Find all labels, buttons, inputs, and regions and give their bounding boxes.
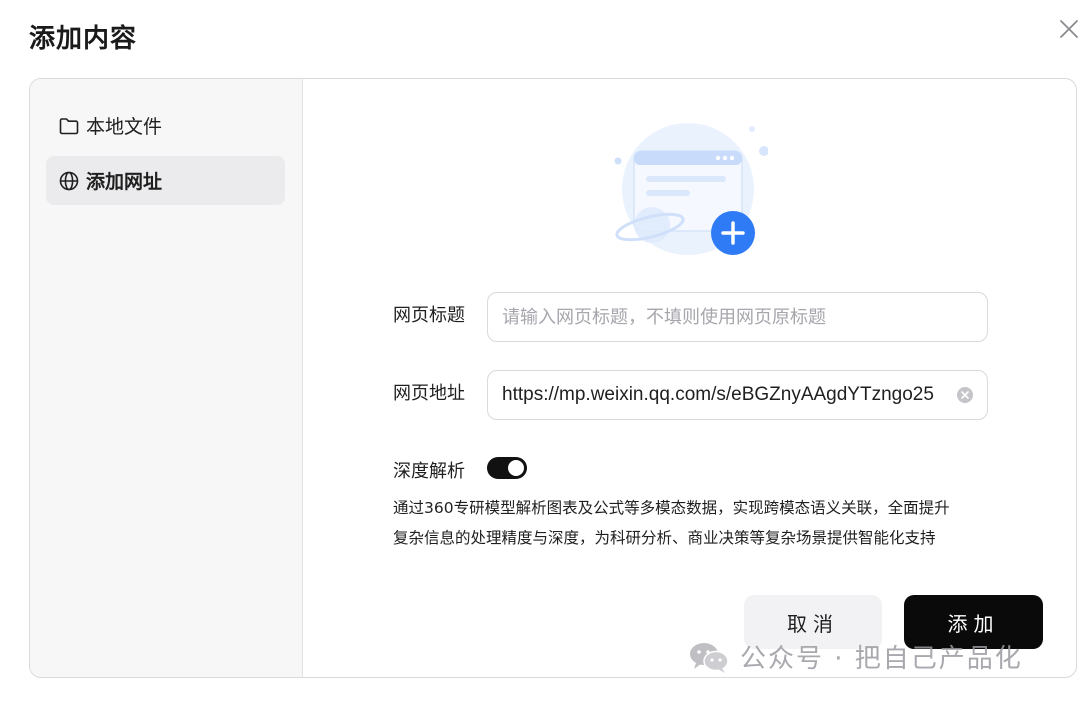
sidebar-item-add-url[interactable]: 添加网址 [46, 156, 285, 205]
dialog-panel: 本地文件 添加网址 网页标题 请输入网页标题，不填则使用网页原标题 网页地址 h… [29, 78, 1077, 678]
dialog-title: 添加内容 [29, 24, 138, 54]
description-line: 复杂信息的处理精度与深度，为科研分析、商业决策等复杂场景提供智能化支持 [393, 529, 936, 547]
sidebar-item-label: 添加网址 [86, 171, 163, 193]
title-field-label: 网页标题 [393, 305, 465, 326]
watermark: 公众号 · 把自己产品化 [688, 638, 1023, 675]
watermark-text: 公众号 · 把自己产品化 [740, 644, 1023, 674]
description-line: 通过360专研模型解析图表及公式等多模态数据，实现跨模态语义关联，全面提升 [393, 499, 950, 517]
sidebar-item-local-file[interactable]: 本地文件 [46, 101, 285, 150]
close-icon[interactable] [1058, 18, 1080, 40]
deep-parse-description: 通过360专研模型解析图表及公式等多模态数据，实现跨模态语义关联，全面提升 复杂… [393, 493, 993, 553]
sidebar: 本地文件 添加网址 [30, 79, 303, 677]
folder-icon [58, 115, 80, 137]
title-field[interactable] [487, 292, 988, 342]
clear-icon[interactable] [957, 387, 973, 403]
deep-parse-toggle[interactable] [487, 457, 527, 479]
wechat-icon [688, 640, 730, 674]
sidebar-item-label: 本地文件 [86, 116, 163, 138]
toggle-knob [508, 460, 524, 476]
url-field[interactable]: https://mp.weixin.qq.com/s/eBGZnyAAgdYTz… [487, 370, 988, 420]
deep-parse-label: 深度解析 [393, 461, 465, 482]
globe-icon [58, 170, 80, 192]
web-page-illustration [608, 121, 769, 261]
url-input[interactable]: https://mp.weixin.qq.com/s/eBGZnyAAgdYTz… [502, 384, 951, 406]
main-content: 网页标题 网页地址 https://mp.weixin.qq.com/s/eBG… [304, 79, 1076, 677]
url-field-label: 网页地址 [393, 383, 465, 404]
title-input[interactable] [502, 306, 973, 328]
